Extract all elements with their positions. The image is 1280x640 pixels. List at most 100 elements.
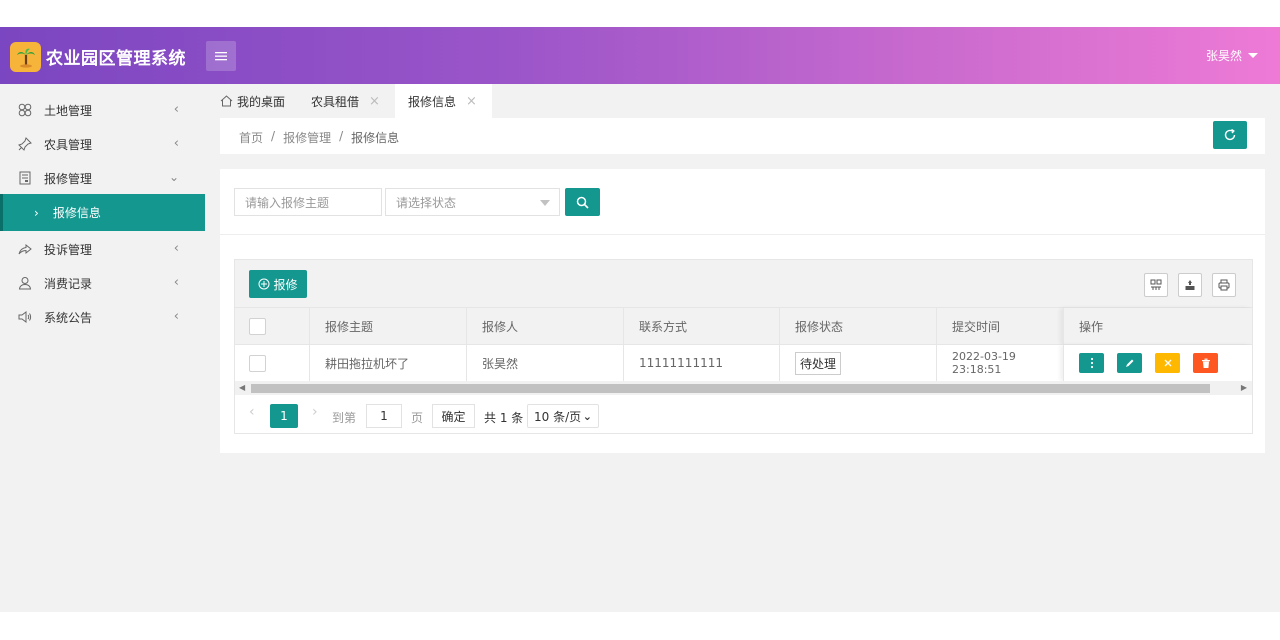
cell-submitted: 2022-03-19 23:18:51 bbox=[936, 345, 1063, 381]
chevron-left-icon: ‹ bbox=[173, 275, 179, 290]
print-icon bbox=[1218, 279, 1230, 291]
pencil-icon bbox=[1126, 359, 1134, 367]
sidebar-item-consumption[interactable]: 消费记录 ‹ bbox=[0, 266, 205, 300]
breadcrumb-repair-management[interactable]: 报修管理 bbox=[283, 129, 331, 146]
breadcrumb-current: 报修信息 bbox=[351, 131, 400, 145]
status-select-placeholder: 请选择状态 bbox=[396, 195, 457, 210]
sidebar-item-complaints[interactable]: 投诉管理 ‹ bbox=[0, 232, 205, 266]
sidebar-item-announcements[interactable]: 系统公告 ‹ bbox=[0, 300, 205, 334]
main-card: 请输入报修主题 请选择状态 报修 报修主题 报修人 联系方式 报修状态 提交时间… bbox=[220, 169, 1265, 453]
chevron-down-icon: ⌄ bbox=[582, 410, 592, 423]
delete-button[interactable] bbox=[1193, 353, 1218, 373]
goto-label: 到第 bbox=[332, 411, 357, 425]
caret-down-icon bbox=[1248, 53, 1258, 58]
detail-button[interactable] bbox=[1079, 353, 1104, 373]
sidebar-item-repair[interactable]: 报修管理 ⌄ bbox=[0, 161, 205, 195]
sidebar: 土地管理 ‹ 农具管理 ‹ 报修管理 ⌄ › 报修信息 投诉管理 ‹ 消费记录 … bbox=[0, 84, 205, 612]
sidebar-item-label: 农具管理 bbox=[44, 137, 93, 152]
breadcrumb-card: 首页 / 报修管理 / 报修信息 bbox=[220, 118, 1265, 154]
tab-desktop[interactable]: 我的桌面 bbox=[220, 84, 285, 118]
trash-icon bbox=[1201, 358, 1210, 368]
search-button[interactable] bbox=[565, 188, 600, 216]
total-count: 共 1 条 bbox=[484, 411, 524, 425]
columns-filter-button[interactable] bbox=[1144, 273, 1168, 297]
print-button[interactable] bbox=[1212, 273, 1236, 297]
next-page-icon[interactable]: › bbox=[312, 404, 318, 420]
sidebar-subitem-label: 报修信息 bbox=[52, 206, 101, 220]
row-checkbox-cell bbox=[235, 345, 308, 381]
column-header-status[interactable]: 报修状态 bbox=[779, 308, 936, 344]
search-icon bbox=[576, 196, 589, 209]
page-suffix-label: 页 bbox=[411, 411, 424, 425]
sidebar-item-label: 系统公告 bbox=[44, 310, 93, 325]
data-table-panel: 报修 报修主题 报修人 联系方式 报修状态 提交时间 操作 耕田拖拉机坏了 张昊… bbox=[234, 259, 1253, 434]
plus-circle-icon bbox=[258, 278, 270, 290]
close-icon bbox=[1164, 359, 1171, 367]
sidebar-item-land[interactable]: 土地管理 ‹ bbox=[0, 93, 205, 127]
speaker-icon bbox=[17, 309, 33, 325]
add-repair-label: 报修 bbox=[273, 277, 298, 292]
cell-status: 待处理 bbox=[779, 345, 936, 381]
page-number-input[interactable]: 1 bbox=[366, 404, 402, 428]
table-header: 报修主题 报修人 联系方式 报修状态 提交时间 操作 bbox=[235, 307, 1252, 344]
column-header-submitted[interactable]: 提交时间 bbox=[936, 308, 1063, 344]
table-toolbar: 报修 bbox=[235, 260, 1252, 307]
cell-subject: 耕田拖拉机坏了 bbox=[309, 345, 466, 381]
form-icon bbox=[17, 170, 33, 186]
pagination: ‹ 1 › 到第 1 页 确定 共 1 条 10 条/页 ⌄ bbox=[235, 395, 1252, 433]
refresh-icon bbox=[1224, 128, 1236, 141]
tab-repair-info[interactable]: 报修信息 × bbox=[395, 84, 492, 118]
cell-actions bbox=[1063, 345, 1252, 381]
column-header-subject[interactable]: 报修主题 bbox=[309, 308, 466, 344]
table-row: 耕田拖拉机坏了 张昊然 11111111111 待处理 2022-03-19 2… bbox=[235, 344, 1252, 381]
chevron-right-icon: › bbox=[34, 205, 39, 220]
export-button[interactable] bbox=[1178, 273, 1202, 297]
select-all-checkbox[interactable] bbox=[249, 317, 266, 335]
home-icon bbox=[220, 95, 233, 107]
prev-page-icon[interactable]: ‹ bbox=[249, 404, 255, 420]
export-icon bbox=[1185, 280, 1195, 290]
chevron-left-icon: ‹ bbox=[173, 136, 179, 151]
column-header-reporter[interactable]: 报修人 bbox=[466, 308, 623, 344]
tab-label: 报修信息 bbox=[408, 94, 457, 109]
sidebar-item-label: 投诉管理 bbox=[44, 242, 93, 257]
chevron-left-icon: ‹ bbox=[173, 241, 179, 256]
sidebar-item-label: 报修管理 bbox=[44, 171, 93, 186]
menu-toggle-button[interactable] bbox=[206, 41, 236, 71]
subject-search-input[interactable]: 请输入报修主题 bbox=[234, 188, 382, 216]
sidebar-item-tools[interactable]: 农具管理 ‹ bbox=[0, 127, 205, 161]
app-header: 农业园区管理系统 张昊然 bbox=[0, 27, 1280, 84]
divider bbox=[220, 234, 1265, 235]
add-repair-button[interactable]: 报修 bbox=[249, 270, 307, 298]
edit-button[interactable] bbox=[1117, 353, 1142, 373]
dropdown-triangle-icon bbox=[540, 200, 550, 206]
refresh-button[interactable] bbox=[1213, 121, 1247, 149]
cancel-button[interactable] bbox=[1155, 353, 1180, 373]
user-icon bbox=[17, 275, 33, 291]
breadcrumb-separator: / bbox=[339, 129, 344, 143]
bottom-blank-strip bbox=[0, 612, 1280, 640]
page-size-select[interactable]: 10 条/页 ⌄ bbox=[527, 404, 599, 428]
pin-icon bbox=[17, 136, 33, 152]
user-name-label: 张昊然 bbox=[1205, 49, 1242, 63]
tab-label: 我的桌面 bbox=[237, 94, 286, 109]
current-page[interactable]: 1 bbox=[270, 404, 298, 428]
scroll-right-arrow-icon[interactable]: ▶ bbox=[1241, 383, 1247, 392]
sidebar-subitem-repair-info[interactable]: › 报修信息 bbox=[0, 194, 205, 231]
breadcrumb-home[interactable]: 首页 bbox=[239, 129, 263, 146]
close-icon[interactable]: × bbox=[466, 94, 477, 109]
close-icon[interactable]: × bbox=[369, 94, 380, 109]
tab-tool-rental[interactable]: 农具租借 × bbox=[311, 84, 380, 118]
horizontal-scrollbar[interactable]: ◀ ▶ bbox=[235, 381, 1252, 395]
row-checkbox[interactable] bbox=[249, 354, 266, 372]
columns-icon bbox=[1150, 279, 1162, 290]
confirm-page-button[interactable]: 确定 bbox=[432, 404, 475, 428]
palm-tree-logo-icon bbox=[10, 42, 41, 72]
column-header-contact[interactable]: 联系方式 bbox=[623, 308, 779, 344]
scroll-thumb[interactable] bbox=[251, 384, 1210, 393]
user-menu[interactable]: 张昊然 bbox=[1206, 47, 1258, 64]
scroll-left-arrow-icon[interactable]: ◀ bbox=[239, 383, 245, 392]
chevron-left-icon: ‹ bbox=[173, 309, 179, 324]
status-select[interactable]: 请选择状态 bbox=[385, 188, 560, 216]
hamburger-icon bbox=[215, 52, 227, 61]
